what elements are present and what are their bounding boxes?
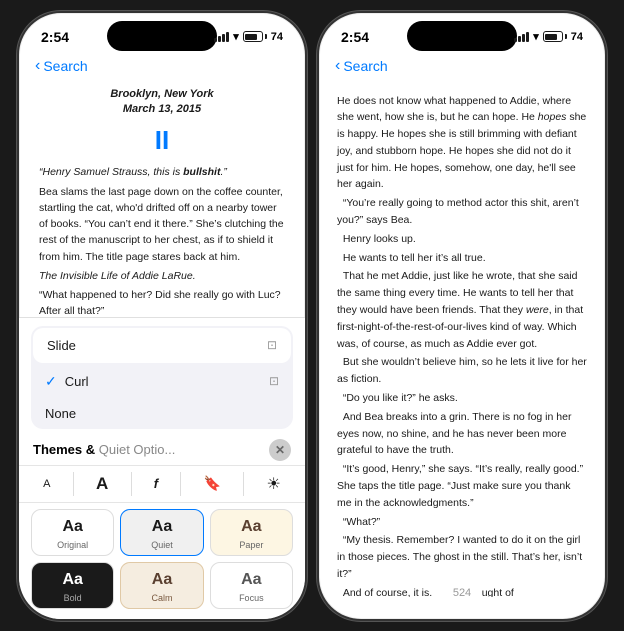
left-nav: ‹ Search bbox=[19, 55, 305, 79]
right-para-6: But she wouldn’t believe him, so he lets… bbox=[337, 354, 587, 388]
signal-icon bbox=[214, 32, 229, 42]
theme-quiet[interactable]: Aa Quiet bbox=[120, 509, 203, 556]
right-nav: ‹ Search bbox=[319, 55, 605, 79]
right-back-button[interactable]: ‹ Search bbox=[335, 57, 388, 75]
back-chevron-icon: ‹ bbox=[35, 57, 40, 75]
theme-calm-aa: Aa bbox=[152, 571, 172, 589]
theme-focus-label: Focus bbox=[239, 593, 264, 603]
right-para-8: And Bea breaks into a grin. There is no … bbox=[337, 409, 587, 459]
theme-original[interactable]: Aa Original bbox=[31, 509, 114, 556]
left-back-label: Search bbox=[43, 58, 87, 74]
wifi-icon: ▾ bbox=[233, 30, 239, 43]
brightness-button[interactable]: ☀ bbox=[261, 472, 287, 496]
themes-header: Themes & Quiet Optio... ✕ bbox=[19, 433, 305, 465]
right-back-chevron-icon: ‹ bbox=[335, 57, 340, 75]
right-time: 2:54 bbox=[341, 29, 369, 45]
page-number: 524 bbox=[453, 587, 471, 599]
book-location: Brooklyn, New YorkMarch 13, 2015 bbox=[39, 87, 285, 118]
right-signal-icon bbox=[514, 32, 529, 42]
slide-options-panel: Slide ⊡ ✓ Curl ⊡ None bbox=[31, 326, 293, 429]
theme-original-aa: Aa bbox=[62, 518, 82, 536]
curl-right-icon: ⊡ bbox=[269, 374, 279, 388]
right-para-11: “My thesis. Remember? I wanted to do it … bbox=[337, 532, 587, 582]
theme-focus-aa: Aa bbox=[241, 571, 261, 589]
toolbar-separator-4 bbox=[243, 472, 244, 496]
curl-option-row[interactable]: ✓ Curl ⊡ bbox=[31, 365, 293, 398]
theme-calm[interactable]: Aa Calm bbox=[120, 562, 203, 609]
theme-calm-label: Calm bbox=[151, 593, 172, 603]
theme-bold-label: Bold bbox=[64, 593, 82, 603]
theme-paper-aa: Aa bbox=[241, 518, 261, 536]
bottom-panel: Slide ⊡ ✓ Curl ⊡ None bbox=[19, 317, 305, 619]
slide-right-icon: ⊡ bbox=[267, 338, 277, 352]
small-font-button[interactable]: A bbox=[37, 476, 56, 492]
slide-label: Slide bbox=[47, 338, 76, 353]
theme-bold-aa: Aa bbox=[62, 571, 82, 589]
right-para-10: “What?” bbox=[337, 514, 587, 531]
none-option-row[interactable]: None bbox=[31, 398, 293, 429]
theme-original-label: Original bbox=[57, 540, 88, 550]
themes-title: Themes & Quiet Optio... bbox=[33, 442, 175, 457]
theme-quiet-aa: Aa bbox=[152, 518, 172, 536]
toolbar-separator-3 bbox=[180, 472, 181, 496]
large-font-button[interactable]: A bbox=[90, 472, 114, 496]
left-status-bar: 2:54 ▾ 74 bbox=[19, 13, 305, 55]
right-battery-icon bbox=[543, 31, 567, 42]
theme-focus[interactable]: Aa Focus bbox=[210, 562, 293, 609]
right-para-9: “It’s good, Henry,” she says. “It’s real… bbox=[337, 461, 587, 511]
right-status-icons: ▾ 74 bbox=[514, 30, 583, 43]
left-phone: 2:54 ▾ 74 ‹ Search bbox=[17, 11, 307, 621]
reading-toolbar: A A f 🔖 ☀ bbox=[19, 465, 305, 503]
chapter-number: II bbox=[39, 121, 285, 160]
bookmark-button[interactable]: 🔖 bbox=[198, 473, 227, 494]
battery-pct: 74 bbox=[271, 31, 283, 43]
slide-option-row[interactable]: Slide ⊡ bbox=[33, 328, 291, 363]
right-back-label: Search bbox=[343, 58, 387, 74]
right-phone: 2:54 ▾ 74 ‹ Search bbox=[317, 11, 607, 621]
left-back-button[interactable]: ‹ Search bbox=[35, 57, 88, 75]
theme-bold[interactable]: Aa Bold bbox=[31, 562, 114, 609]
checkmark-icon: ✓ bbox=[45, 373, 57, 390]
right-para-5: That he met Addie, just like he wrote, t… bbox=[337, 268, 587, 352]
left-time: 2:54 bbox=[41, 29, 69, 45]
themes-grid: Aa Original Aa Quiet Aa Paper Aa Bold bbox=[19, 503, 305, 619]
left-status-icons: ▾ 74 bbox=[214, 30, 283, 43]
toolbar-separator-2 bbox=[131, 472, 132, 496]
right-book-content: He does not know what happened to Addie,… bbox=[319, 79, 605, 597]
right-para-4: He wants to tell her it’s all true. bbox=[337, 250, 587, 267]
right-para-1: He does not know what happened to Addie,… bbox=[337, 93, 587, 194]
right-status-bar: 2:54 ▾ 74 bbox=[319, 13, 605, 55]
right-wifi-icon: ▾ bbox=[533, 30, 539, 43]
toolbar-separator bbox=[73, 472, 74, 496]
battery-icon bbox=[243, 31, 267, 42]
right-battery-pct: 74 bbox=[571, 31, 583, 43]
font-picker-button[interactable]: f bbox=[148, 474, 164, 493]
theme-paper[interactable]: Aa Paper bbox=[210, 509, 293, 556]
curl-label: Curl bbox=[65, 374, 89, 389]
none-label: None bbox=[45, 406, 76, 421]
right-para-7: “Do you like it?” he asks. bbox=[337, 390, 587, 407]
right-para-2: “You’re really going to method actor thi… bbox=[337, 195, 587, 229]
close-button[interactable]: ✕ bbox=[269, 439, 291, 461]
right-para-3: Henry looks up. bbox=[337, 231, 587, 248]
theme-quiet-label: Quiet bbox=[151, 540, 173, 550]
theme-paper-label: Paper bbox=[239, 540, 263, 550]
